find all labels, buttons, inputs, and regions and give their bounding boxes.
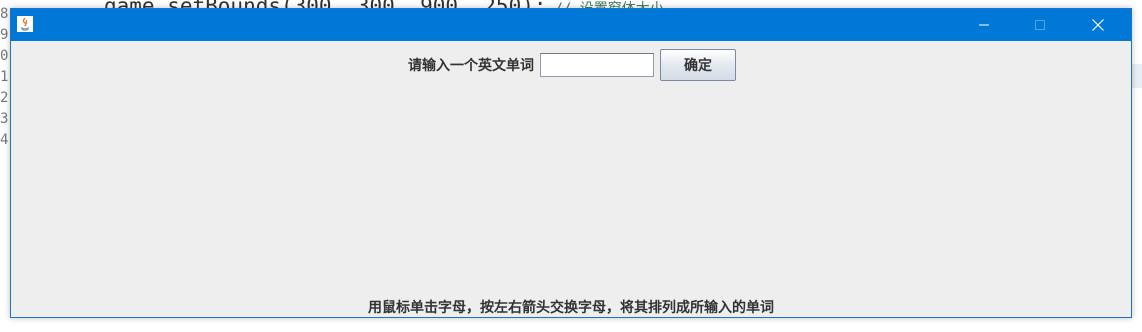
title-bar[interactable]	[11, 9, 1131, 41]
word-input[interactable]	[540, 53, 654, 77]
gutter-digit: 3	[0, 111, 9, 127]
app-window: 请输入一个英文单词 确定 用鼠标单击字母，按左右箭头交换字母，将其排列成所输入的…	[10, 8, 1132, 318]
gutter-digit: 2	[0, 90, 9, 106]
maximize-icon	[1035, 20, 1045, 30]
gutter-digit: 8	[0, 6, 9, 22]
background-line-gutter: 8 9 0 1 2 3 4	[0, 4, 10, 151]
background-highlight-strip	[1131, 64, 1142, 88]
minimize-button[interactable]	[961, 9, 1007, 41]
gutter-digit: 1	[0, 69, 9, 85]
maximize-button[interactable]	[1017, 9, 1063, 41]
close-icon	[1092, 19, 1104, 31]
gutter-digit: 0	[0, 48, 9, 64]
minimize-icon	[979, 24, 989, 26]
close-button[interactable]	[1075, 9, 1121, 41]
content-pane: 请输入一个英文单词 确定 用鼠标单击字母，按左右箭头交换字母，将其排列成所输入的…	[11, 41, 1131, 317]
input-row: 请输入一个英文单词 确定	[11, 49, 1131, 81]
instruction-text: 用鼠标单击字母，按左右箭头交换字母，将其排列成所输入的单词	[368, 300, 774, 316]
confirm-button[interactable]: 确定	[660, 49, 736, 81]
prompt-label: 请输入一个英文单词	[408, 58, 534, 74]
gutter-digit: 9	[0, 27, 9, 43]
gutter-digit: 4	[0, 132, 9, 148]
java-icon[interactable]	[17, 16, 33, 32]
